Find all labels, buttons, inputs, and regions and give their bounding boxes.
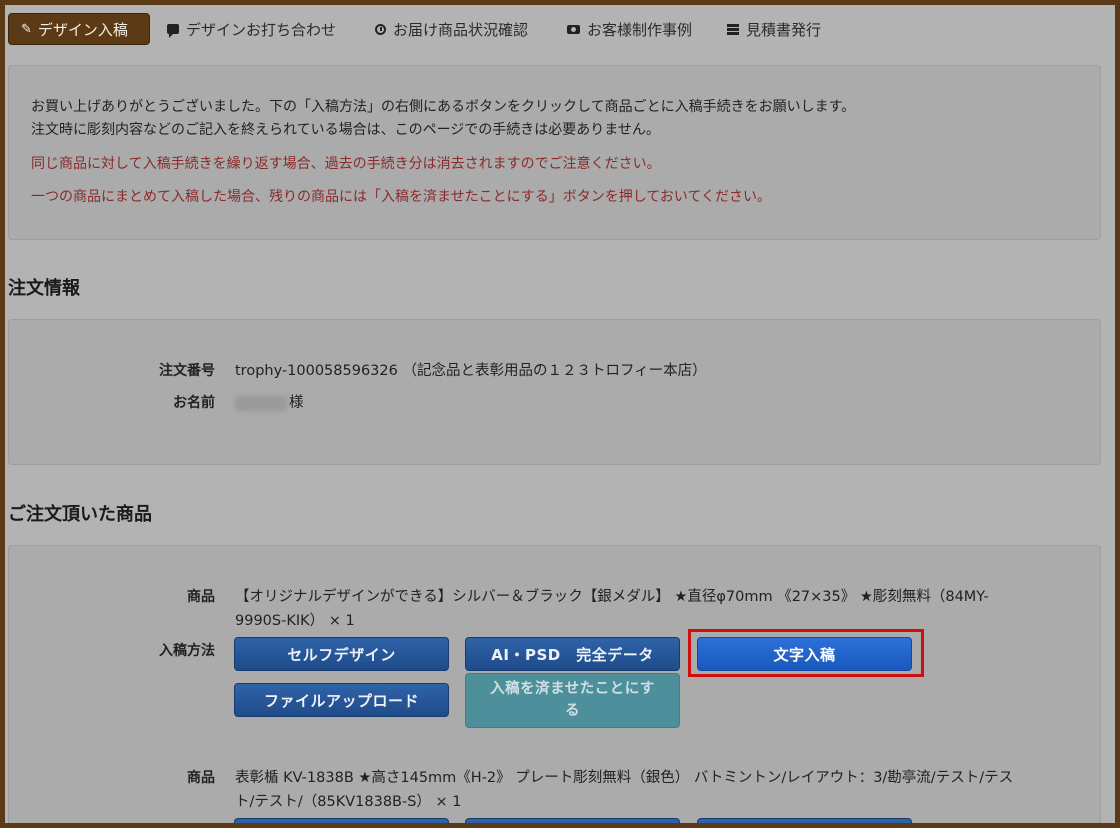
full-data-button-2[interactable]: [465, 818, 680, 823]
product-2-name-line2: ト/テスト/（85KV1838B-S） × 1: [235, 794, 462, 810]
self-design-button-2[interactable]: [234, 818, 449, 823]
edit-icon: ✎: [21, 21, 32, 37]
clock-icon: [375, 23, 386, 35]
order-info-panel: 注文番号 trophy-100058596326 （記念品と表彰用品の１２３トロ…: [8, 319, 1101, 465]
products-panel: 商品 【オリジナルデザインができる】シルバー＆ブラック【銀メダル】 ★直径φ70…: [8, 545, 1101, 823]
camera-icon: [567, 24, 580, 34]
page-frame: ✎ デザイン入稿 デザインお打ち合わせ お届け商品状況確認 お客様制作事例 見積…: [5, 5, 1115, 823]
text-submit-button-2[interactable]: [697, 818, 912, 823]
order-number-label: 注文番号: [159, 363, 215, 379]
top-nav: ✎ デザイン入稿 デザインお打ち合わせ お届け商品状況確認 お客様制作事例 見積…: [5, 5, 1115, 51]
method-label-2: 入稿方法: [159, 821, 215, 823]
notice-text-2: 注文時に彫刻内容などのご記入を終えられている場合は、このページでの手続きは必要あ…: [31, 122, 660, 138]
tab-design-meeting[interactable]: デザインお打ち合わせ: [167, 13, 336, 45]
chat-icon: [167, 24, 179, 38]
warning-text-2: 一つの商品にまとめて入稿した場合、残りの商品には「入稿を済ませたことにする」ボタ…: [31, 189, 772, 205]
warning-text-1: 同じ商品に対して入稿手続きを繰り返す場合、過去の手続き分は消去されますのでご注意…: [31, 156, 661, 172]
product-2-name-line1: 表彰楯 KV-1838B ★高さ145mm《H-2》 プレート彫刻無料（銀色） …: [235, 770, 1014, 786]
products-title: ご注文頂いた商品: [8, 504, 152, 525]
product-1-name-line1: 【オリジナルデザインができる】シルバー＆ブラック【銀メダル】 ★直径φ70mm …: [235, 589, 989, 605]
full-data-button[interactable]: AI・PSD 完全データ: [465, 637, 680, 671]
redacted-name: [235, 395, 287, 411]
tab-quotation[interactable]: 見積書発行: [727, 13, 821, 45]
file-upload-button[interactable]: ファイルアップロード: [234, 683, 449, 717]
tab-design-submit[interactable]: ✎ デザイン入稿: [8, 13, 150, 45]
notice-text-1: お買い上げありがとうございました。下の「入稿方法」の右側にあるボタンをクリックし…: [31, 99, 856, 115]
mark-done-label: 入稿を済ませたことにする: [490, 681, 655, 719]
product-label-2: 商品: [187, 770, 215, 786]
list-icon: [727, 23, 739, 35]
highlight-box: [688, 629, 924, 677]
customer-name: 様: [235, 391, 304, 412]
order-number-value: trophy-100058596326 （記念品と表彰用品の１２３トロフィー本店…: [235, 363, 707, 379]
product-1-name-line2: 9990S-KIK） × 1: [235, 613, 355, 629]
tab-customer-cases[interactable]: お客様制作事例: [567, 13, 692, 45]
mark-done-button[interactable]: 入稿を済ませたことにする: [465, 673, 680, 728]
self-design-button[interactable]: セルフデザイン: [234, 637, 449, 671]
method-label: 入稿方法: [159, 643, 215, 659]
name-label: お名前: [173, 395, 215, 411]
notice-panel: お買い上げありがとうございました。下の「入稿方法」の右側にあるボタンをクリックし…: [8, 65, 1101, 240]
order-info-title: 注文情報: [8, 278, 80, 299]
tab-delivery-status[interactable]: お届け商品状況確認: [375, 13, 528, 45]
product-label: 商品: [187, 589, 215, 605]
